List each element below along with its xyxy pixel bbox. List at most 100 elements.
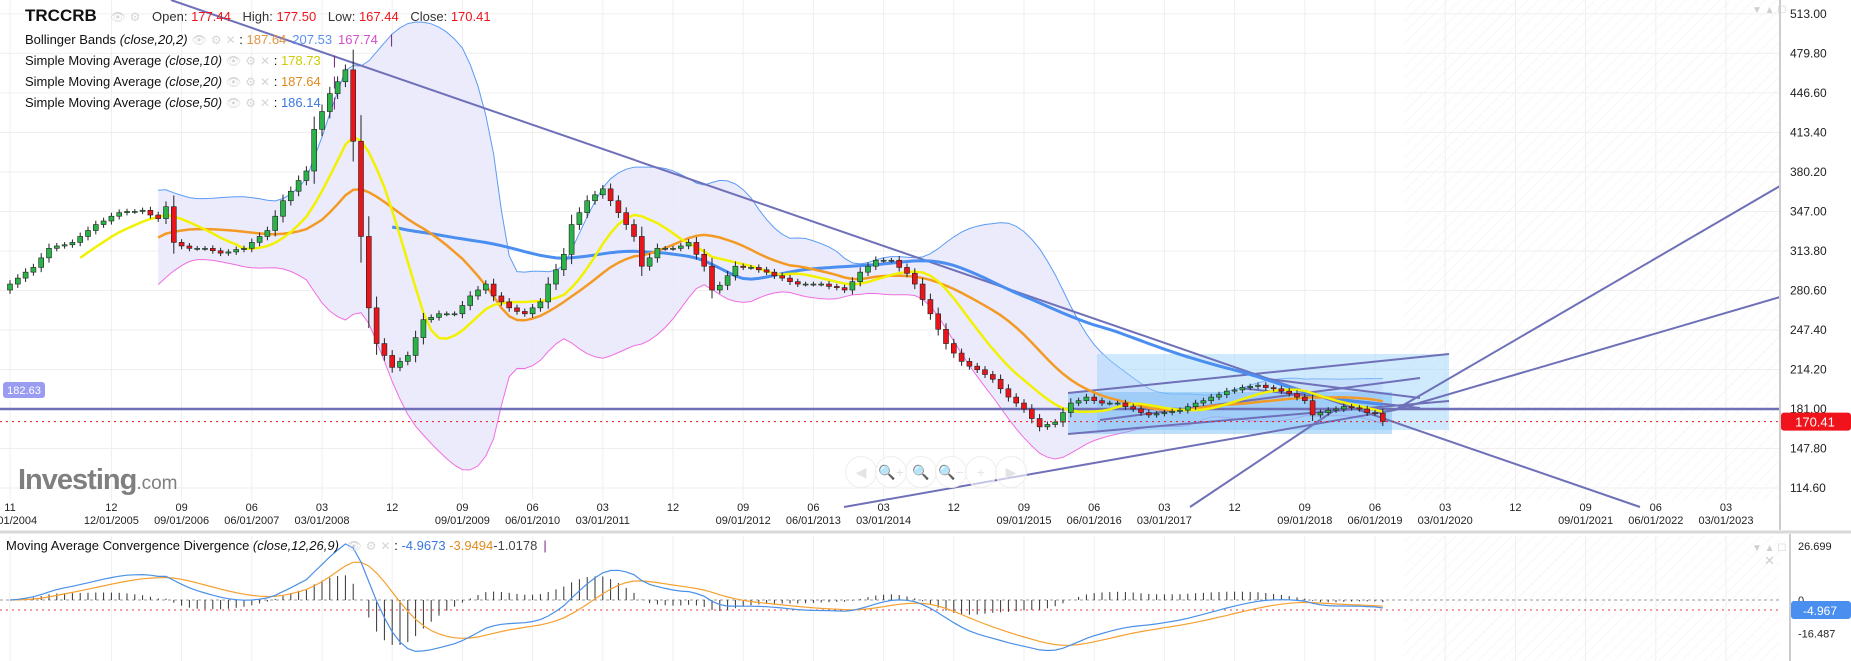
indicator-params: (close,20,2) [119, 32, 188, 47]
eye-icon[interactable]: 👁 [226, 96, 241, 110]
candle-body [709, 265, 715, 291]
symbol-legend: TRCCRB 👁 ⚙ Open: 177.44 High: 177.50 Low:… [25, 6, 491, 26]
candle-body [139, 209, 146, 212]
candle-body [1200, 400, 1207, 404]
close-icon[interactable]: ✕ [381, 539, 391, 553]
close-icon[interactable]: ✕ [226, 33, 236, 47]
candle-body [1231, 389, 1238, 392]
date-tick-month: 03 [316, 502, 328, 514]
chart-nav-button[interactable]: 🔍 [905, 456, 937, 488]
date-tick-month: 09 [456, 502, 468, 514]
date-tick-month: 12 [1509, 502, 1521, 514]
macd-legend: Moving Average Convergence Divergence (c… [6, 538, 547, 553]
eye-icon[interactable]: 👁 [110, 10, 125, 24]
candle-body [100, 220, 107, 225]
eye-icon[interactable]: 👁 [226, 54, 241, 68]
candle-body [1146, 412, 1152, 416]
candle-body [1005, 388, 1012, 398]
candle-body [576, 212, 583, 225]
candle-body [1083, 396, 1090, 401]
indicator-value: 178.73 [280, 53, 321, 68]
macd-tick-label: 26.699 [1798, 541, 1832, 553]
candle-body [178, 242, 185, 247]
candle-body [233, 249, 239, 253]
logo-text: Investing [18, 464, 137, 496]
indicator-value: 207.53 [292, 32, 333, 47]
candle-body [896, 259, 903, 268]
pane-controls[interactable]: ▼ ▲ ☐ [1752, 5, 1786, 17]
logo-suffix: .com [136, 473, 178, 494]
low-value: 167.44 [358, 9, 399, 24]
gear-icon[interactable]: ⚙ [245, 75, 256, 89]
indicator-name: Simple Moving Average [25, 74, 162, 89]
candle-body [599, 188, 606, 196]
gear-icon[interactable]: ⚙ [130, 10, 141, 24]
candle-body [194, 248, 200, 250]
eye-icon[interactable]: 👁 [192, 33, 207, 47]
candle-body [748, 267, 754, 269]
date-tick-label: 09/01/2021 [1558, 515, 1613, 527]
legend-separator: | [389, 32, 394, 47]
candle-body [1247, 386, 1253, 388]
candle-body [412, 337, 419, 356]
line-value-badge-text: 182.63 [7, 385, 41, 397]
eye-icon[interactable]: 👁 [347, 539, 362, 553]
chart-nav-button[interactable]: ▶ [995, 456, 1027, 488]
close-icon[interactable]: ✕ [260, 75, 270, 89]
candle-body [1380, 412, 1386, 422]
candle-body [771, 271, 778, 277]
candle-body [592, 194, 598, 202]
price-tick-label: 347.00 [1790, 204, 1827, 218]
candle-body [966, 361, 973, 367]
chart-nav-button[interactable]: + [965, 456, 997, 488]
date-tick-month: 06 [1088, 502, 1100, 514]
gear-icon[interactable]: ⚙ [245, 96, 256, 110]
date-tick-label: 03/01/2008 [294, 515, 349, 527]
candle-body [716, 284, 723, 291]
chart-nav-button[interactable]: 🔍+ [875, 456, 907, 488]
candle-body [132, 211, 138, 213]
candle-body [779, 275, 786, 279]
candle-body [911, 273, 918, 285]
candle-body [30, 267, 37, 273]
date-tick-month: 03 [1720, 502, 1732, 514]
candle-body [202, 248, 208, 250]
date-tick-month: 06 [1650, 502, 1662, 514]
date-tick-month: 06 [807, 502, 819, 514]
candle-body [389, 355, 396, 368]
chart-nav-button[interactable]: 🔍− [935, 456, 967, 488]
candle-body [654, 248, 661, 259]
candle-body [69, 242, 76, 246]
close-pane-icon[interactable]: ✕ [1764, 553, 1775, 568]
gear-icon[interactable]: ⚙ [366, 539, 377, 553]
date-tick-label: 06/01/2019 [1347, 515, 1402, 527]
candle-body [373, 307, 380, 344]
candle-body [833, 286, 840, 288]
indicator-legend: Bollinger Bands (close,20,2) 👁 ⚙ ✕ : 187.64… [25, 32, 394, 47]
chart-nav-button[interactable]: ◀ [845, 456, 877, 488]
candle-body [1130, 406, 1136, 410]
candle-body [857, 271, 864, 282]
open-value: 177.44 [191, 9, 231, 24]
date-tick-month: 03 [597, 502, 609, 514]
candle-body [443, 313, 450, 316]
gear-icon[interactable]: ⚙ [245, 54, 256, 68]
macd-signal-value: -3.9494 [449, 538, 494, 553]
candle-body [1278, 388, 1285, 392]
candle-body [1091, 396, 1097, 401]
candle-body [787, 277, 793, 282]
candle-body [404, 355, 411, 362]
candle-body [740, 265, 747, 268]
macd-pane-controls[interactable]: ▼ ▲ ☐ ✕ [1752, 543, 1786, 569]
date-tick-label: 03/01/2020 [1418, 515, 1473, 527]
eye-icon[interactable]: 👁 [226, 75, 241, 89]
price-tick-label: 479.80 [1790, 46, 1827, 60]
close-icon[interactable]: ✕ [260, 54, 270, 68]
close-icon[interactable]: ✕ [260, 96, 270, 110]
candle-body [210, 248, 216, 252]
macd-tick-label: -16.487 [1798, 628, 1835, 640]
close-label: Close: [410, 9, 448, 24]
gear-icon[interactable]: ⚙ [211, 33, 222, 47]
indicator-params: (close,10) [164, 53, 223, 68]
candle-body [1364, 408, 1370, 413]
